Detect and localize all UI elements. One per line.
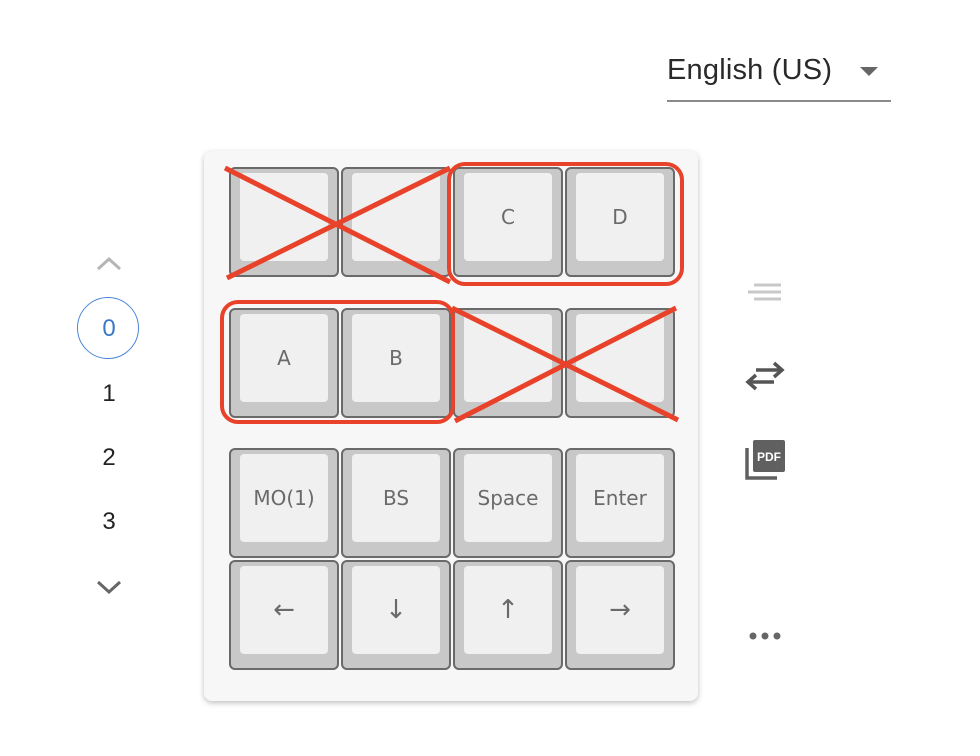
layer-down-button[interactable]: [94, 575, 124, 599]
pdf-export-button[interactable]: PDF: [744, 439, 786, 481]
key-label: [352, 173, 440, 261]
layer-item-label: 0: [102, 315, 116, 342]
layer-item-label: 1: [102, 380, 116, 407]
key-r2-c2[interactable]: Space: [453, 448, 563, 558]
key-label: ↓: [385, 595, 407, 625]
key-r0-c3[interactable]: D: [565, 167, 675, 277]
chevron-up-icon: [96, 256, 122, 271]
key-r1-c2[interactable]: [453, 308, 563, 418]
key-label: C: [501, 205, 515, 229]
layer-up-button[interactable]: [94, 252, 124, 276]
more-button[interactable]: [744, 614, 786, 656]
more-icon: [749, 632, 781, 640]
key-label: B: [389, 346, 403, 370]
key-r0-c1[interactable]: [341, 167, 451, 277]
text-align-button[interactable]: [744, 272, 786, 314]
key-label: MO(1): [253, 486, 315, 510]
language-select-value: English (US): [667, 54, 833, 86]
key-label: [240, 173, 328, 261]
key-label: [464, 314, 552, 402]
layer-item-label: 2: [102, 444, 116, 471]
layer-item-2[interactable]: 2: [77, 431, 141, 485]
key-r0-c0[interactable]: [229, 167, 339, 277]
swap-button[interactable]: [744, 355, 786, 397]
layer-item-0[interactable]: 0: [77, 297, 141, 359]
chevron-down-icon: [860, 67, 878, 76]
chevron-down-icon: [96, 580, 122, 595]
key-r3-c3[interactable]: →: [565, 560, 675, 670]
key-r3-c2[interactable]: ↑: [453, 560, 563, 670]
key-label: [576, 314, 664, 402]
layer-item-label: 3: [102, 508, 116, 535]
key-label: D: [612, 205, 628, 229]
key-r3-c1[interactable]: ↓: [341, 560, 451, 670]
key-label: BS: [382, 486, 410, 510]
key-label: Enter: [593, 486, 647, 510]
key-r1-c1[interactable]: B: [341, 308, 451, 418]
key-r2-c3[interactable]: Enter: [565, 448, 675, 558]
key-r0-c2[interactable]: C: [453, 167, 563, 277]
language-select[interactable]: English (US): [667, 48, 891, 102]
layer-item-1[interactable]: 1: [77, 367, 141, 421]
key-r1-c0[interactable]: A: [229, 308, 339, 418]
key-r2-c0[interactable]: MO(1): [229, 448, 339, 558]
key-r1-c3[interactable]: [565, 308, 675, 418]
swap-icon: [745, 361, 785, 391]
key-label: A: [277, 346, 291, 370]
key-label: Space: [477, 486, 539, 510]
pdf-badge-text: PDF: [757, 450, 781, 464]
key-r3-c0[interactable]: ←: [229, 560, 339, 670]
key-label: ↑: [497, 595, 519, 625]
key-label: →: [609, 595, 631, 625]
key-label: ←: [273, 595, 295, 625]
text-align-icon: [748, 283, 781, 301]
key-r2-c1[interactable]: BS: [341, 448, 451, 558]
layer-item-3[interactable]: 3: [77, 495, 141, 549]
pdf-icon: PDF: [745, 440, 785, 480]
